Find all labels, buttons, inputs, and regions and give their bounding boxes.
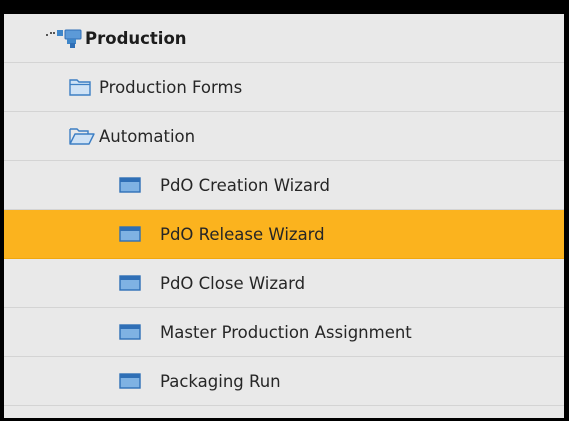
tree-folder-label: Automation: [99, 126, 196, 146]
tree-item-label: Master Production Assignment: [160, 322, 412, 342]
tree-folder-production-forms[interactable]: Production Forms: [4, 63, 564, 112]
tree-root-label: Production: [85, 28, 187, 48]
tree-item-label: PdO Close Wizard: [160, 273, 306, 293]
window-form-icon: [119, 275, 141, 291]
tree-folder-automation[interactable]: Automation: [4, 112, 564, 161]
window-form-icon: [119, 324, 141, 340]
tree-root-production[interactable]: Production: [4, 14, 564, 63]
tree-folder-label: Production Forms: [99, 77, 243, 97]
production-module-icon: [44, 27, 84, 49]
tree-item-pdo-close-wizard[interactable]: PdO Close Wizard: [4, 259, 564, 308]
folder-open-icon: [69, 127, 95, 145]
folder-closed-icon: [69, 78, 91, 96]
window-form-icon: [119, 373, 141, 389]
tree-item-master-production-assignment[interactable]: Master Production Assignment: [4, 308, 564, 357]
tree-item-packaging-run[interactable]: Packaging Run: [4, 357, 564, 406]
window-form-icon: [119, 177, 141, 193]
tree-item-pdo-release-wizard[interactable]: PdO Release Wizard: [4, 210, 564, 259]
tree-item-pdo-creation-wizard[interactable]: PdO Creation Wizard: [4, 161, 564, 210]
window-form-icon: [119, 226, 141, 242]
tree-item-label: Packaging Run: [160, 371, 281, 391]
navigation-tree-panel: Production Production Forms Automation P…: [0, 0, 569, 421]
tree-item-label: PdO Creation Wizard: [160, 175, 330, 195]
tree-item-label: PdO Release Wizard: [160, 224, 325, 244]
